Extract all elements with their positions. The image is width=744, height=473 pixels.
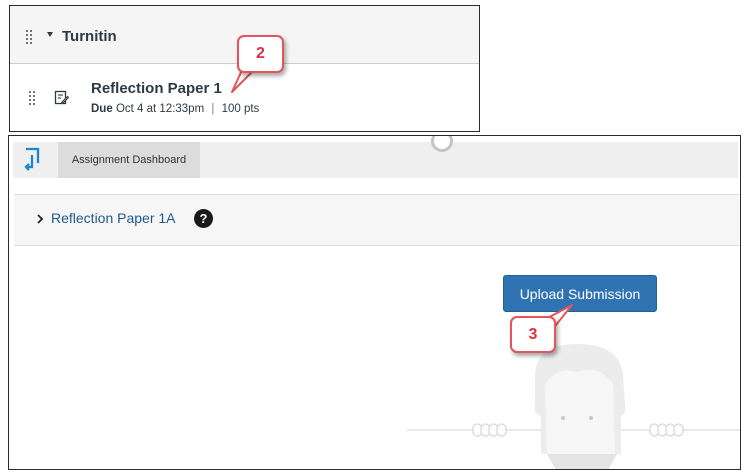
turnitin-logo-icon [24,147,40,171]
help-icon[interactable]: ? [194,209,213,228]
assignment-meta: Due Oct 4 at 12:33pm | 100 pts [91,103,259,115]
assignment-icon [54,90,69,105]
upload-submission-button[interactable]: Upload Submission [503,275,657,312]
caret-down-icon[interactable] [47,32,53,37]
assignment-link[interactable]: Reflection Paper 1 [91,80,222,97]
turnitin-toolbar: Assignment Dashboard [13,142,738,178]
due-label: Due [91,103,113,115]
callout-2: 2 [237,35,284,73]
drag-handle-icon[interactable] [29,91,37,105]
callout-3: 3 [510,316,556,353]
drag-handle-icon[interactable] [26,30,34,44]
assignment-row[interactable]: Reflection Paper 1A ? [14,194,739,246]
due-date: Oct 4 at 12:33pm [115,103,205,115]
mascot-illustration [407,344,740,469]
chevron-right-icon[interactable] [36,214,44,224]
turnitin-panel: Assignment Dashboard Reflection Paper 1A… [8,135,741,470]
callout-3-label: 3 [528,326,538,343]
callout-2-label: 2 [256,45,265,62]
assignment-title-link[interactable]: Reflection Paper 1A [51,210,176,226]
points-value: 100 pts [221,103,260,115]
meta-separator: | [211,103,215,115]
tab-assignment-dashboard[interactable]: Assignment Dashboard [58,142,200,178]
module-title[interactable]: Turnitin [62,28,117,45]
